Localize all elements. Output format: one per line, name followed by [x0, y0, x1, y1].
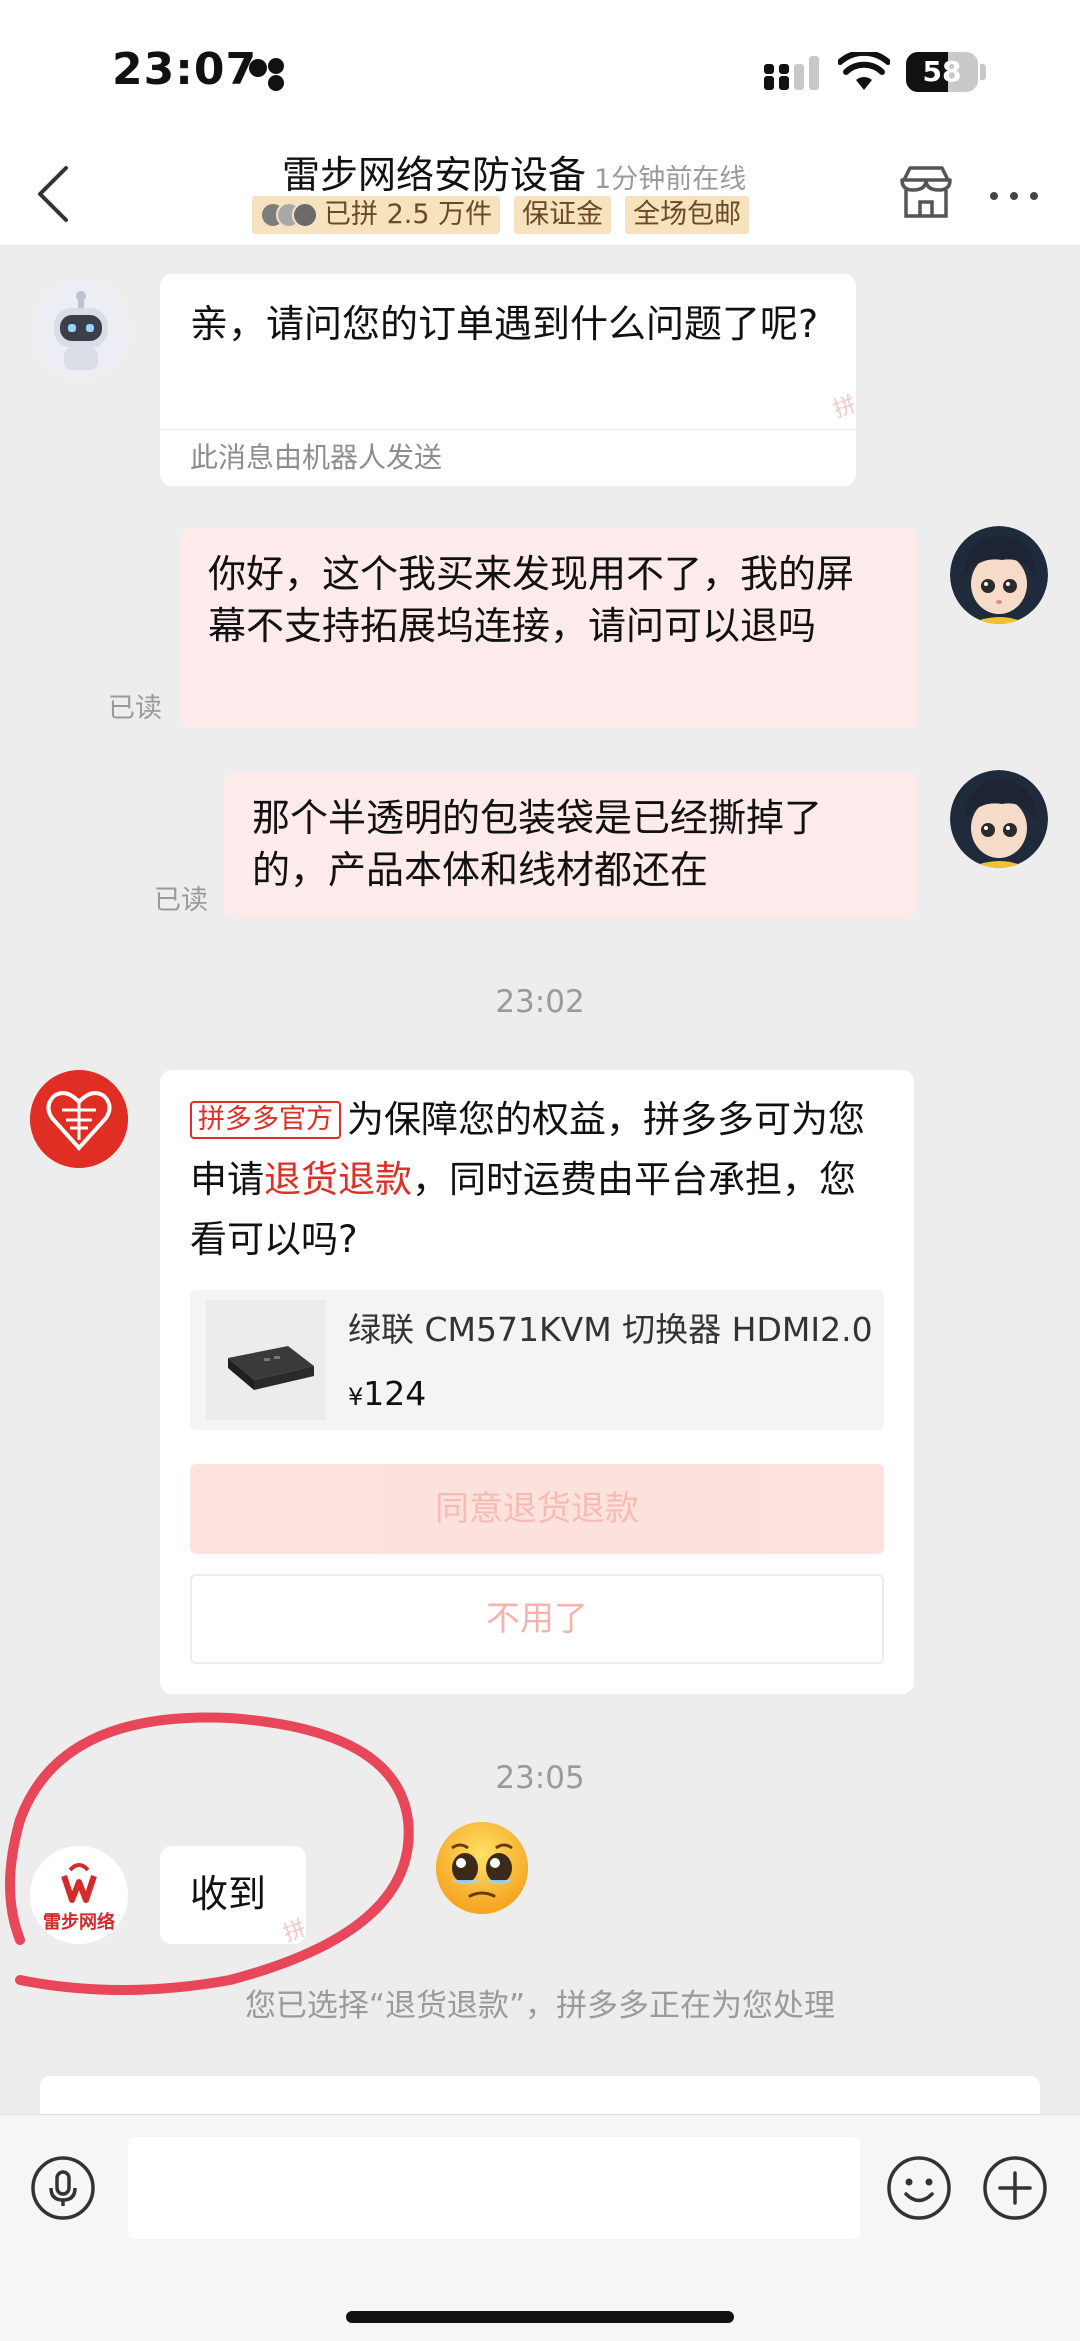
pinduoduo-watermark: 拼	[280, 1916, 310, 1948]
more-dots-icon[interactable]	[984, 176, 1044, 216]
signal-icon	[764, 56, 819, 90]
tag-label: 全场包邮	[633, 199, 742, 230]
tag-sold-count: 已拼 2.5 万件	[252, 196, 501, 234]
timestamp: 23:05	[495, 1760, 585, 1796]
seller-avatar-label: 雷步网络	[43, 1912, 115, 1933]
my-avatar[interactable]	[950, 526, 1048, 624]
message-bubble-bot[interactable]: 亲，请问您的订单遇到什么问题了呢? 拼 此消息由机器人发送	[160, 274, 859, 486]
microphone-icon[interactable]	[30, 2155, 96, 2221]
my-avatar[interactable]	[950, 770, 1048, 868]
kvm-switch-icon	[228, 1346, 314, 1390]
title-row[interactable]: 雷步网络安防设备 1分钟前在线	[282, 144, 746, 199]
message-text: 亲，请问您的订单遇到什么问题了呢?	[190, 302, 819, 346]
seller-avatar[interactable]: 雷步网络	[30, 1846, 128, 1944]
shop-tags: 已拼 2.5 万件 保证金 全场包邮	[252, 196, 750, 234]
timestamp: 23:02	[495, 984, 585, 1020]
message-text: 那个半透明的包装袋是已经撕掉了的，产品本体和线材都还在	[252, 796, 823, 892]
message-input[interactable]	[128, 2137, 860, 2239]
anime-avatar-icon	[950, 526, 1048, 624]
product-image	[206, 1300, 326, 1420]
read-status: 已读	[154, 885, 208, 916]
product-name: 绿联 CM571KVM 切换器 HDMI2.0	[348, 1310, 873, 1349]
decline-button[interactable]: 不用了	[190, 1574, 884, 1664]
product-card[interactable]: 绿联 CM571KVM 切换器 HDMI2.0 ¥124	[190, 1290, 884, 1430]
smiley-icon[interactable]	[886, 2155, 952, 2221]
read-status: 已读	[108, 693, 162, 724]
message-bubble-seller[interactable]: 收到 拼	[160, 1846, 309, 1947]
robot-avatar[interactable]	[32, 280, 130, 378]
battery-icon: 58	[906, 52, 986, 92]
wifi-icon	[838, 52, 890, 90]
message-text: 你好，这个我买来发现用不了，我的屏幕不支持拓展坞连接，请问可以退吗	[208, 552, 855, 648]
chevron-left-icon[interactable]	[34, 164, 74, 224]
refund-highlight: 退货退款	[264, 1158, 412, 1201]
official-badge: 拼多多官方	[190, 1101, 341, 1139]
status-bar: 23:07 58	[0, 0, 1080, 140]
pinduoduo-avatar[interactable]	[30, 1070, 128, 1168]
store-icon[interactable]	[896, 162, 956, 222]
tag-deposit: 保证金	[514, 196, 612, 234]
pinduoduo-logo-icon	[30, 1070, 128, 1168]
currency-symbol: ¥	[348, 1383, 364, 1411]
buyer-avatars-icon	[260, 202, 318, 228]
pinduoduo-watermark: 拼	[830, 392, 860, 424]
tag-label: 已拼 2.5 万件	[324, 199, 493, 230]
home-indicator[interactable]	[346, 2311, 734, 2323]
tag-free-shipping: 全场包邮	[625, 196, 750, 234]
battery-level: 58	[922, 55, 962, 88]
pleading-face-emoji-icon	[436, 1822, 528, 1914]
message-bubble-mine[interactable]: 那个半透明的包装袋是已经撕掉了的，产品本体和线材都还在	[224, 772, 918, 918]
message-bubble-mine[interactable]: 你好，这个我买来发现用不了，我的屏幕不支持拓展坞连接，请问可以退吗	[180, 528, 918, 728]
product-price: ¥124	[348, 1368, 426, 1423]
plus-icon[interactable]	[982, 2155, 1048, 2221]
tag-label: 保证金	[522, 199, 604, 230]
robot-icon	[32, 280, 130, 378]
system-notice: 您已选择“退货退款”，拼多多正在为您处理	[244, 1988, 836, 2024]
anime-avatar-icon	[950, 770, 1048, 868]
focus-mode-icon	[249, 58, 284, 91]
shop-name[interactable]: 雷步网络安防设备	[282, 153, 586, 197]
button-label: 同意退货退款	[435, 1489, 639, 1529]
bot-note: 此消息由机器人发送	[160, 429, 856, 486]
price-value: 124	[363, 1374, 427, 1413]
official-refund-card: 拼多多官方 为保障您的权益，拼多多可为您申请退货退款，同时运费由平台承担，您看可以…	[160, 1070, 914, 1694]
agree-refund-button[interactable]: 同意退货退款	[190, 1464, 884, 1554]
chat-header: 雷步网络安防设备 1分钟前在线 已拼 2.5 万件 保证金 全场包邮	[0, 140, 1080, 246]
status-time: 23:07	[112, 44, 258, 95]
official-message: 拼多多官方 为保障您的权益，拼多多可为您申请退货退款，同时运费由平台承担，您看可以…	[190, 1090, 884, 1270]
online-status: 1分钟前在线	[594, 164, 747, 195]
input-bar	[0, 2114, 1080, 2341]
